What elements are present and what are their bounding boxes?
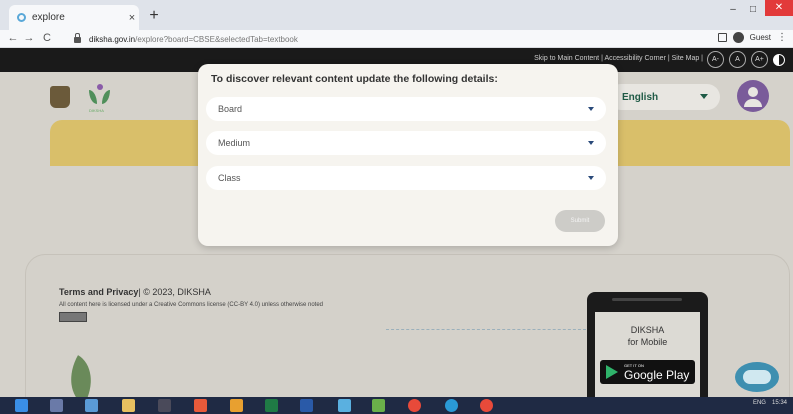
browser-tab-bar: explore × + – □ ✕	[0, 0, 793, 30]
window-close-button[interactable]: ✕	[765, 0, 793, 16]
tray-lang[interactable]: ENG	[753, 400, 766, 406]
reload-icon[interactable]: C	[40, 32, 54, 44]
board-placeholder: Board	[218, 104, 243, 114]
start-icon[interactable]	[15, 399, 28, 412]
task-view-icon[interactable]	[85, 399, 98, 412]
tray-clock[interactable]: 15:34	[772, 400, 787, 406]
medium-select[interactable]: Medium	[206, 131, 606, 155]
system-tray: ENG 15:34	[753, 400, 787, 406]
mobile-app-title: DIKSHA for Mobile	[595, 324, 700, 348]
leaf-decoration-icon	[58, 355, 104, 397]
modal-title: To discover relevant content update the …	[211, 73, 498, 85]
google-play-button[interactable]: GET IT ON Google Play	[600, 360, 695, 384]
font-increase-button[interactable]: A+	[751, 51, 768, 68]
chevron-down-icon	[588, 141, 594, 145]
mobile-app-promo: DIKSHA for Mobile GET IT ON Google Play	[587, 292, 708, 397]
class-placeholder: Class	[218, 173, 241, 183]
tab-search-icon[interactable]	[717, 33, 727, 42]
excel-icon[interactable]	[265, 399, 278, 412]
contrast-toggle-icon[interactable]	[773, 53, 785, 66]
new-tab-button[interactable]: +	[146, 8, 162, 25]
cc-license-icon[interactable]	[59, 312, 87, 322]
site-favicon-icon	[17, 13, 26, 22]
class-select[interactable]: Class	[206, 166, 606, 190]
media-icon[interactable]	[338, 399, 351, 412]
chevron-down-icon	[700, 94, 708, 99]
edge-icon[interactable]	[445, 399, 458, 412]
windows-taskbar: ENG 15:34	[0, 397, 793, 414]
medium-placeholder: Medium	[218, 138, 251, 148]
tab-title: explore	[32, 12, 65, 23]
chrome-icon[interactable]	[408, 399, 421, 412]
tool-icon[interactable]	[372, 399, 385, 412]
profile-icon[interactable]	[732, 32, 744, 43]
user-avatar-icon[interactable]	[737, 80, 769, 112]
back-icon[interactable]: ←	[6, 32, 20, 44]
browser-tab[interactable]: explore ×	[9, 5, 139, 30]
lock-icon	[74, 33, 81, 43]
play-store-icon	[606, 365, 618, 379]
store-big-label: Google Play	[624, 368, 690, 382]
app-title-line2: for Mobile	[627, 337, 668, 347]
app-title-line1: DIKSHA	[630, 325, 665, 335]
font-normal-button[interactable]: A	[729, 51, 746, 68]
national-emblem-icon	[50, 86, 70, 108]
language-value: English	[622, 91, 659, 103]
guest-label[interactable]: Guest	[750, 33, 771, 42]
minimize-icon[interactable]: –	[725, 4, 741, 15]
content-preferences-modal: To discover relevant content update the …	[198, 64, 618, 246]
url-input[interactable]: diksha.gov.in /explore?board=CBSE&select…	[74, 32, 714, 46]
chrome-icon[interactable]	[480, 399, 493, 412]
address-bar-row: ← → C diksha.gov.in /explore?board=CBSE&…	[0, 30, 793, 48]
phone-screen: DIKSHA for Mobile GET IT ON Google Play	[595, 312, 700, 397]
word-icon[interactable]	[300, 399, 313, 412]
language-select[interactable]: English	[608, 84, 720, 110]
submit-button[interactable]: Submit	[555, 210, 605, 232]
license-text: All content here is licensed under a Cre…	[59, 302, 324, 308]
browser-toolbar-right: Guest ⋮	[717, 32, 787, 43]
footer-terms: Terms and Privacy| © 2023, DIKSHA	[59, 287, 211, 297]
search-icon[interactable]	[50, 399, 63, 412]
decorative-line	[386, 329, 586, 330]
url-path: /explore?board=CBSE&selectedTab=textbook	[135, 34, 298, 44]
maximize-icon[interactable]: □	[745, 4, 761, 15]
forward-icon[interactable]: →	[22, 32, 36, 44]
browser-menu-icon[interactable]: ⋮	[777, 32, 787, 43]
app-icon[interactable]	[194, 399, 207, 412]
url-domain: diksha.gov.in	[89, 34, 136, 44]
file-explorer-icon[interactable]	[122, 399, 135, 412]
terms-link[interactable]: Terms and Privacy	[59, 287, 138, 297]
chevron-down-icon	[588, 107, 594, 111]
tab-close-icon[interactable]: ×	[125, 12, 139, 24]
chevron-down-icon	[588, 176, 594, 180]
logo-sublabel: DIKSHA	[89, 108, 104, 113]
footer-copyright: | © 2023, DIKSHA	[138, 287, 211, 297]
board-select[interactable]: Board	[206, 97, 606, 121]
accessibility-links[interactable]: Skip to Main Content | Accessibility Cor…	[534, 55, 703, 62]
chatbot-icon[interactable]	[735, 362, 779, 392]
font-size-controls: A- A A+	[707, 51, 785, 68]
phone-notch	[612, 298, 682, 301]
vlc-icon[interactable]	[230, 399, 243, 412]
font-decrease-button[interactable]: A-	[707, 51, 724, 68]
diksha-logo-icon[interactable]	[88, 84, 112, 106]
notes-icon[interactable]	[158, 399, 171, 412]
